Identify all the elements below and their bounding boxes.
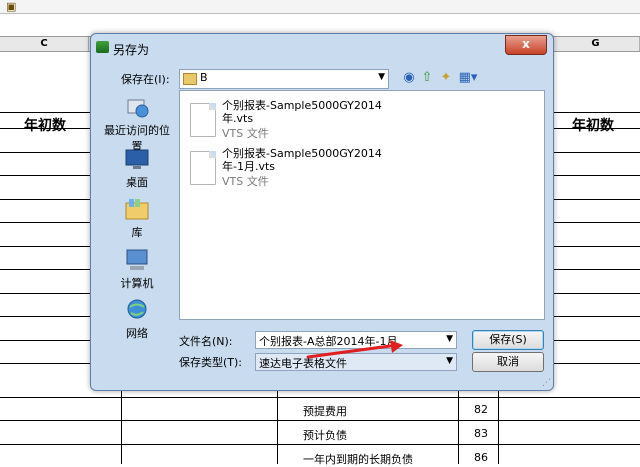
place-label: 计算机	[120, 277, 154, 290]
places-bar: 最近访问的位置 桌面 库 计算机 网络	[99, 92, 175, 342]
save-as-dialog: 另存为 x 保存在(I): B ▼ ◉ ⇧ ✦ ▦▾ 最近访问的位置 桌面 库 …	[90, 33, 554, 391]
chevron-down-icon[interactable]: ▼	[446, 334, 453, 344]
row-line-number[interactable]: 86	[474, 451, 488, 464]
file-item[interactable]: 个别报表-Sample5000GY2014 年.vts VTS 文件	[188, 99, 428, 140]
grid-line	[121, 390, 122, 464]
grid-line	[0, 420, 640, 421]
place-computer[interactable]: 计算机	[99, 248, 175, 291]
close-button[interactable]: x	[505, 35, 547, 55]
place-network[interactable]: 网络	[99, 298, 175, 341]
row-line-number[interactable]: 83	[474, 427, 488, 440]
document-icon	[190, 103, 216, 137]
grid-line	[277, 390, 278, 464]
row-label[interactable]: 一年内到期的长期负债	[303, 451, 413, 467]
chevron-down-icon[interactable]: ▼	[378, 72, 385, 82]
network-icon	[127, 299, 147, 319]
app-icon	[96, 41, 109, 53]
back-icon[interactable]: ◉	[401, 70, 417, 86]
save-in-value: B	[200, 71, 208, 84]
cancel-button[interactable]: 取消	[472, 352, 544, 372]
column-header-c[interactable]: C	[0, 37, 89, 51]
document-icon	[190, 151, 216, 185]
view-menu-icon[interactable]: ▦▾	[457, 70, 479, 86]
place-desktop[interactable]: 桌面	[99, 147, 175, 190]
column-header-g[interactable]: G	[552, 37, 640, 51]
column-heading-beginning-balance: 年初数	[24, 118, 66, 134]
file-type: VTS 文件	[222, 175, 269, 188]
recent-places-icon	[127, 99, 149, 118]
toolbar-tool-icon[interactable]: ▣	[6, 0, 16, 13]
place-label: 桌面	[126, 176, 148, 189]
filename-label: 文件名(N):	[179, 335, 233, 348]
annotation-arrow-icon	[306, 340, 403, 359]
place-recent[interactable]: 最近访问的位置	[99, 95, 175, 154]
file-item[interactable]: 个别报表-Sample5000GY2014 年-1月.vts VTS 文件	[188, 147, 428, 188]
save-in-label: 保存在(I):	[121, 73, 170, 86]
file-name: 个别报表-Sample5000GY2014 年.vts	[222, 99, 382, 125]
save-button[interactable]: 保存(S)	[472, 330, 544, 350]
desktop-icon	[125, 149, 149, 169]
chevron-down-icon[interactable]: ▼	[446, 356, 453, 366]
toolbar: ▣	[0, 0, 640, 14]
grid-line	[458, 390, 459, 464]
place-label: 网络	[126, 327, 148, 340]
grid-line	[498, 390, 499, 464]
file-list[interactable]: 个别报表-Sample5000GY2014 年.vts VTS 文件 个别报表-…	[179, 90, 545, 320]
file-name: 个别报表-Sample5000GY2014 年-1月.vts	[222, 147, 382, 173]
row-line-number[interactable]: 82	[474, 403, 488, 416]
file-type: VTS 文件	[222, 127, 269, 140]
file-name-line: 个别报表-Sample5000GY2014	[222, 99, 382, 112]
folder-icon	[183, 73, 197, 85]
column-heading-beginning-balance: 年初数	[572, 118, 614, 134]
grid-line	[0, 444, 640, 445]
grid-line	[0, 397, 640, 398]
place-libraries[interactable]: 库	[99, 197, 175, 240]
row-label[interactable]: 预计负债	[303, 427, 347, 443]
place-label: 库	[131, 226, 143, 239]
dialog-title: 另存为	[113, 43, 150, 57]
row-label[interactable]: 预提费用	[303, 403, 347, 419]
filetype-label: 保存类型(T):	[179, 356, 243, 369]
up-folder-icon[interactable]: ⇧	[419, 70, 435, 86]
file-name-line: 年-1月.vts	[222, 160, 276, 173]
file-name-line: 个别报表-Sample5000GY2014	[222, 147, 382, 160]
resize-grip-icon[interactable]: ⋰	[542, 378, 551, 388]
file-name-line: 年.vts	[222, 112, 254, 125]
libraries-icon	[125, 199, 149, 220]
save-in-combobox[interactable]: B ▼	[179, 69, 389, 89]
new-folder-icon[interactable]: ✦	[438, 70, 454, 86]
computer-icon	[126, 249, 148, 270]
